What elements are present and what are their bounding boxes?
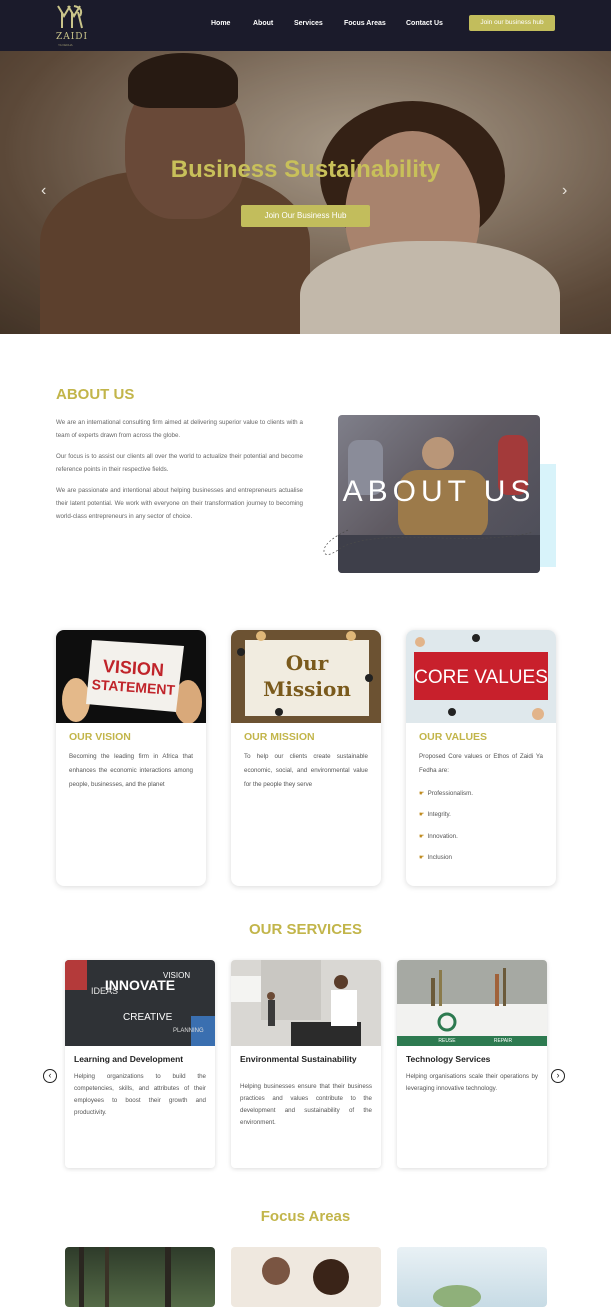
service-text: Helping businesses ensure that their bus… xyxy=(240,1083,372,1126)
value-label: Integrity. xyxy=(427,811,451,818)
nav-home[interactable]: Home xyxy=(211,20,230,27)
vision-card-image: VISION STATEMENT xyxy=(56,630,206,723)
value-label: Inclusion xyxy=(427,854,452,861)
service-title: Environmental Sustainability xyxy=(240,1054,357,1064)
learning-image-word: PLANNING xyxy=(173,1028,204,1034)
slider-next-icon[interactable]: › xyxy=(562,182,567,200)
mission-card: Our Mission OUR MISSION To help our clie… xyxy=(231,630,381,886)
values-image-text: CORE VALUES xyxy=(414,667,548,688)
focus-areas-heading: Focus Areas xyxy=(260,1208,351,1225)
values-intro: Proposed Core values or Ethos of Zaidi Y… xyxy=(419,753,543,774)
about-heading: ABOUT US xyxy=(56,386,135,403)
vision-text: Becoming the leading firm in Africa that… xyxy=(69,753,193,788)
service-card-technology[interactable]: REUSE REPAIR Technology Services Helping… xyxy=(397,960,547,1168)
service-title: Learning and Development xyxy=(74,1054,184,1064)
value-item: ☛ Integrity. xyxy=(419,811,451,818)
mission-text: To help our clients create sustainable e… xyxy=(244,753,368,788)
nav-about[interactable]: About xyxy=(253,20,273,27)
value-label: Innovation. xyxy=(427,833,458,840)
environmental-image xyxy=(231,960,381,1046)
logo-tagline: YA FEDHA xyxy=(58,43,73,47)
focus-landscape-image xyxy=(433,1285,481,1307)
focus-people-image xyxy=(262,1257,349,1295)
vision-card: VISION STATEMENT OUR VISION Becoming the… xyxy=(56,630,206,886)
services-prev-icon[interactable]: ‹ xyxy=(43,1069,57,1083)
logo-wordmark: ZAIDI xyxy=(56,32,89,42)
services-heading: OUR SERVICES xyxy=(248,921,363,938)
value-item: ☛ Professionalism. xyxy=(419,790,473,797)
mission-image-line1: Our xyxy=(286,651,329,675)
nav-services[interactable]: Services xyxy=(294,20,323,27)
focus-card-forest[interactable] xyxy=(65,1247,215,1307)
service-card-environmental[interactable]: Environmental Sustainability Helping bus… xyxy=(231,960,381,1168)
mission-card-image: Our Mission xyxy=(231,630,381,723)
pointing-hand-icon: ☛ xyxy=(419,811,425,818)
pointing-hand-icon: ☛ xyxy=(419,833,425,840)
technology-image-word: REPAIR xyxy=(494,1038,513,1044)
focus-card-landscape[interactable] xyxy=(397,1247,547,1307)
learning-image-word: CREATIVE xyxy=(123,1012,173,1023)
technology-image-word: REUSE xyxy=(438,1038,456,1044)
pointing-hand-icon: ☛ xyxy=(419,790,425,797)
slider-prev-icon[interactable]: ‹ xyxy=(41,182,46,200)
focus-forest-image xyxy=(79,1247,171,1307)
decorative-swirl xyxy=(323,529,534,555)
about-paragraph: We are an international consulting firm … xyxy=(56,419,303,439)
hero-slider: Business Sustainability Join Our Busines… xyxy=(0,51,611,334)
service-title: Technology Services xyxy=(406,1054,491,1064)
join-hub-header-button[interactable]: Join our business hub xyxy=(469,15,555,31)
vision-title: OUR VISION xyxy=(69,731,131,743)
value-label: Professionalism. xyxy=(427,790,473,797)
values-title: OUR VALUES xyxy=(419,731,488,743)
service-text: Helping organisations scale their operat… xyxy=(406,1073,538,1092)
hero-title: Business Sustainability xyxy=(170,156,441,183)
mission-image-line2: Mission xyxy=(263,677,351,701)
join-hub-hero-button[interactable]: Join Our Business Hub xyxy=(241,205,370,227)
nav-focus-areas[interactable]: Focus Areas xyxy=(344,20,386,27)
nav-contact-us[interactable]: Contact Us xyxy=(406,20,443,27)
pointing-hand-icon: ☛ xyxy=(419,854,425,861)
value-item: ☛ Innovation. xyxy=(419,833,458,840)
site-header: ZAIDI YA FEDHA Home About Services Focus… xyxy=(0,0,611,51)
about-image-text: ABOUT US xyxy=(342,475,536,508)
learning-image: INNOVATE IDEAS CREATIVE VISION PLANNING xyxy=(65,960,215,1046)
value-item: ☛ Inclusion xyxy=(419,854,452,861)
learning-image-word: IDEAS xyxy=(91,986,118,996)
learning-image-word: VISION xyxy=(163,971,190,980)
service-card-learning[interactable]: INNOVATE IDEAS CREATIVE VISION PLANNING … xyxy=(65,960,215,1168)
mission-title: OUR MISSION xyxy=(244,731,315,743)
technology-image: REUSE REPAIR xyxy=(397,960,547,1046)
service-text: Helping organizations to build the compe… xyxy=(74,1073,206,1116)
hero-overlay xyxy=(0,51,611,334)
focus-card-people[interactable] xyxy=(231,1247,381,1307)
values-card: CORE VALUES OUR VALUES Proposed Core val… xyxy=(406,630,556,886)
about-paragraph: Our focus is to assist our clients all o… xyxy=(56,453,303,473)
about-paragraph: We are passionate and intentional about … xyxy=(56,487,303,520)
services-next-icon[interactable]: › xyxy=(551,1069,565,1083)
values-card-image: CORE VALUES xyxy=(406,630,556,723)
